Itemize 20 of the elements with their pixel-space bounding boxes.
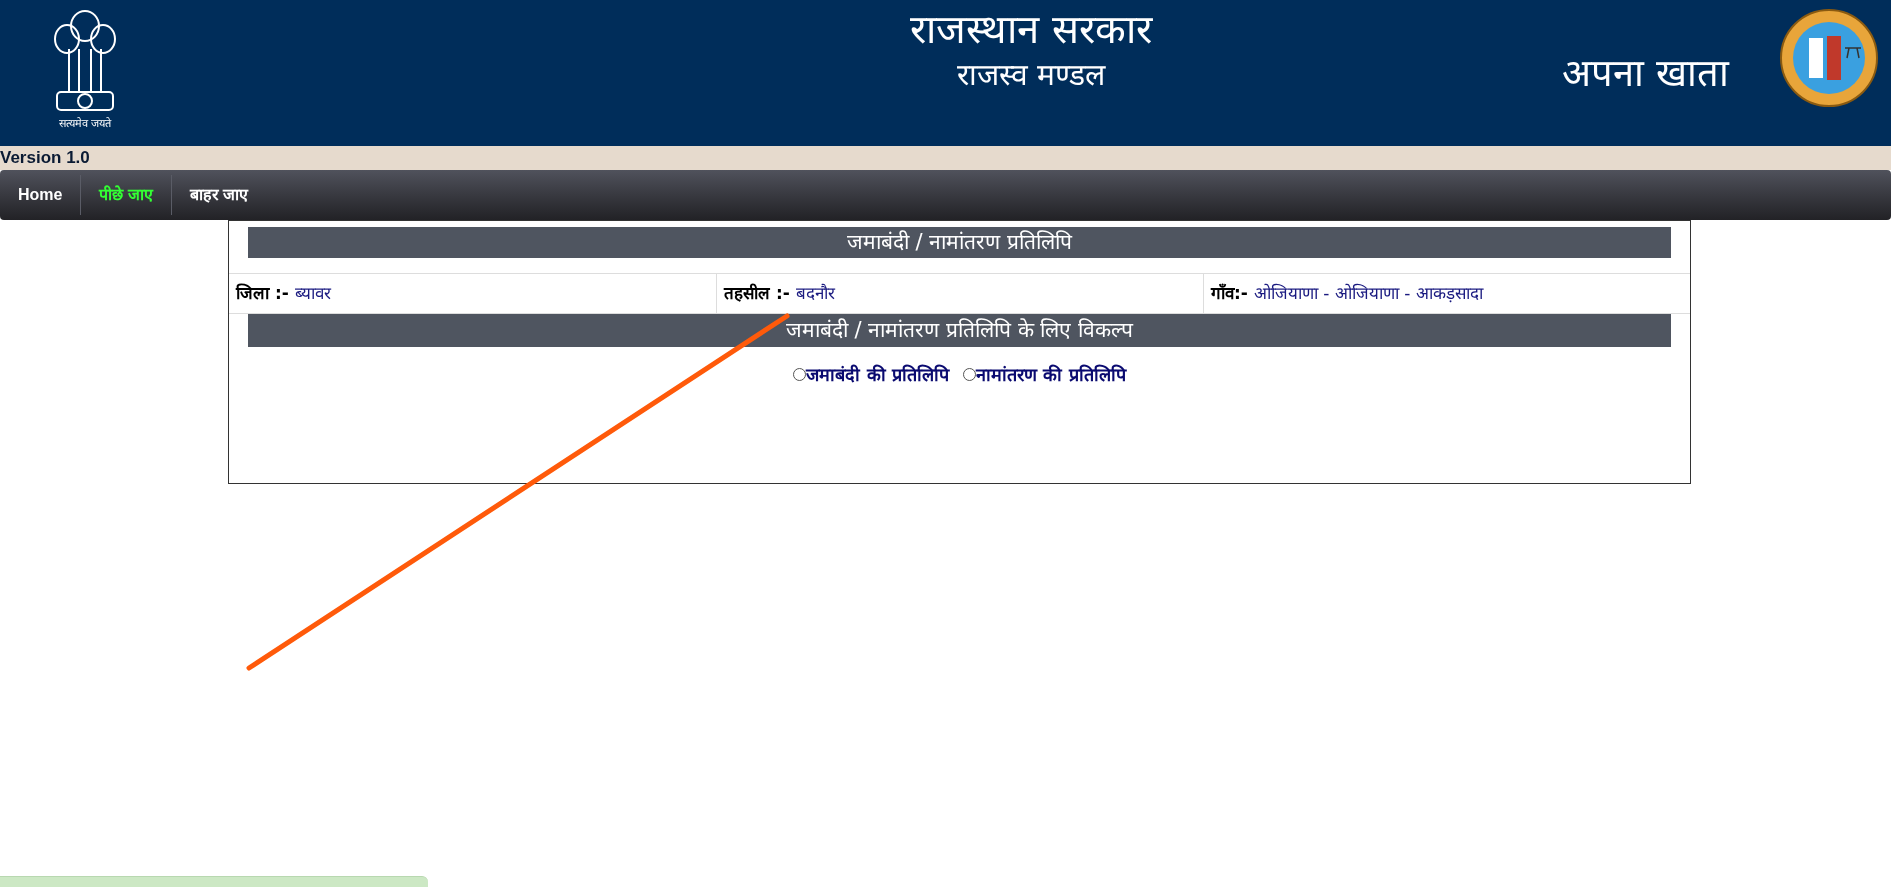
header-subtitle: राजस्व मण्डल bbox=[956, 56, 1106, 94]
radio-option[interactable]: नामांतरण की प्रतिलिपि bbox=[963, 361, 1126, 388]
panel-heading: जमाबंदी / नामांतरण प्रतिलिपि bbox=[248, 227, 1671, 258]
nav-link[interactable]: Home bbox=[18, 183, 63, 207]
app-name: अपना खाता bbox=[1561, 49, 1729, 97]
version-label: Version 1.0 bbox=[0, 147, 90, 170]
field-value: ओजियाणा - ओजियाणा - आकड़सादा bbox=[1253, 281, 1483, 305]
radio-option[interactable]: जमाबंदी की प्रतिलिपि bbox=[793, 361, 949, 388]
field-label: तहसील :- bbox=[724, 281, 790, 305]
field-label: गाँव:- bbox=[1211, 281, 1248, 305]
nav-link[interactable]: बाहर जाए bbox=[189, 183, 249, 207]
field-value: ब्यावर bbox=[294, 281, 331, 305]
nav-link[interactable]: पीछे जाए bbox=[99, 183, 153, 207]
radio-button[interactable] bbox=[963, 368, 976, 381]
options-heading: जमाबंदी / नामांतरण प्रतिलिपि के लिए विकल्प bbox=[248, 314, 1671, 347]
field-value: बदनौर bbox=[795, 281, 835, 305]
emblem-caption: सत्यमेव जयते bbox=[58, 116, 112, 132]
header-title: राजस्थान सरकार bbox=[910, 5, 1152, 54]
radio-button[interactable] bbox=[793, 368, 807, 381]
field-label: जिला :- bbox=[236, 281, 289, 305]
